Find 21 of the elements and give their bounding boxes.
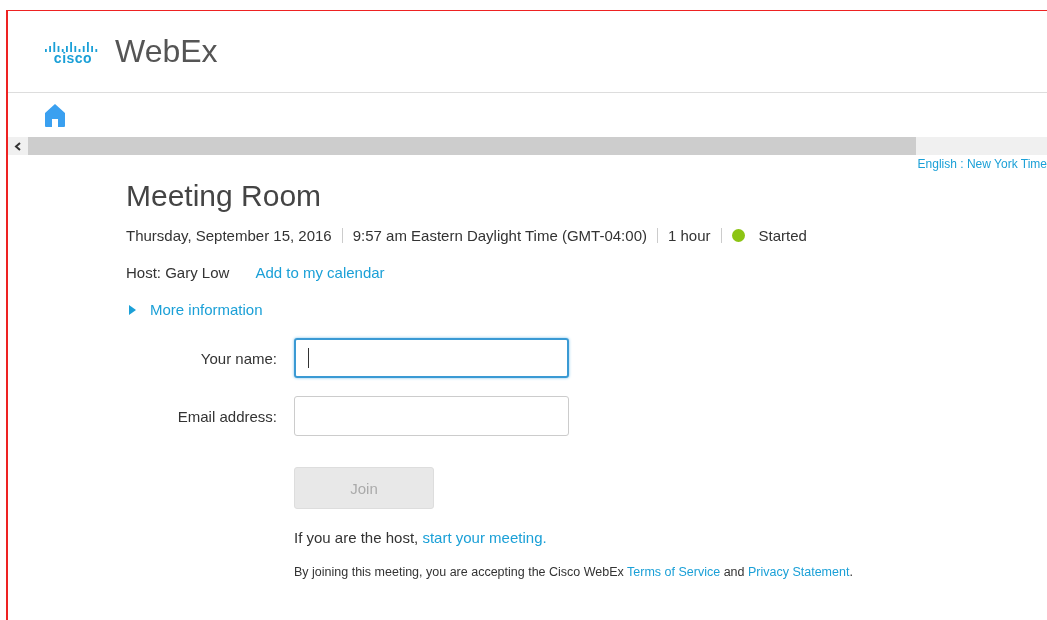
terms-notice: By joining this meeting, you are accepting the Cisco WebEx Terms of Service and Privacy Statement.	[294, 565, 854, 579]
field-label: Your name:	[199, 349, 277, 367]
product-name: WebEx	[115, 33, 218, 70]
host-name: Host: Gary Low	[126, 264, 230, 281]
more-information-toggle[interactable]: More information	[126, 301, 1047, 318]
page-title: Meeting Room	[126, 179, 323, 213]
field-label: Email address:	[176, 407, 277, 425]
input-field[interactable]	[294, 396, 569, 436]
input-field[interactable]	[294, 338, 569, 378]
locale-link[interactable]: English : New York Time	[917, 157, 1047, 171]
text-link[interactable]: Terms of Service	[627, 565, 721, 579]
meeting-detail: 9:57 am Eastern Daylight Time (GMT-04:00)	[352, 227, 647, 244]
home-icon[interactable]	[44, 103, 66, 128]
caret-icon	[129, 304, 136, 315]
status-text: Started	[758, 227, 807, 244]
cisco-logo: cisco	[43, 39, 103, 64]
host-note: If you are the host, start your meeting.	[294, 529, 548, 546]
text-link[interactable]: start your meeting.	[422, 529, 547, 546]
meeting-detail: Thursday, September 15, 2016	[126, 227, 332, 244]
calendar-link[interactable]: Add to my calendar	[255, 264, 385, 281]
meeting-detail: 1 hour	[667, 227, 711, 244]
